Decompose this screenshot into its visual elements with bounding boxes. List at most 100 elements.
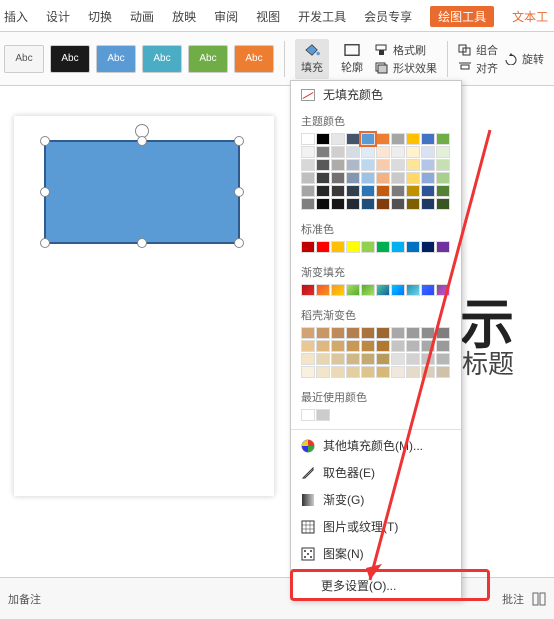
format-brush-button[interactable]: 格式刷 (375, 42, 437, 58)
gradient-swatch[interactable] (346, 284, 360, 296)
comments-button[interactable]: 批注 (502, 591, 524, 607)
view-mode-icon[interactable] (532, 592, 546, 606)
color-swatch[interactable] (316, 327, 330, 339)
color-swatch[interactable] (316, 185, 330, 197)
color-swatch[interactable] (301, 133, 315, 145)
color-swatch[interactable] (346, 327, 360, 339)
color-swatch[interactable] (361, 172, 375, 184)
color-swatch[interactable] (406, 366, 420, 378)
color-swatch[interactable] (361, 146, 375, 158)
gradient-swatch[interactable] (421, 284, 435, 296)
color-swatch[interactable] (331, 327, 345, 339)
color-swatch[interactable] (376, 366, 390, 378)
tab-design[interactable]: 设计 (46, 8, 70, 25)
color-swatch[interactable] (361, 159, 375, 171)
color-swatch[interactable] (361, 198, 375, 210)
eyedropper-item[interactable]: 取色器(E) (291, 459, 461, 486)
color-swatch[interactable] (421, 241, 435, 253)
tab-drawing-tools[interactable]: 绘图工具 (430, 6, 494, 27)
color-swatch[interactable] (346, 366, 360, 378)
gradient-item[interactable]: 渐变(G) (291, 486, 461, 513)
color-swatch[interactable] (421, 172, 435, 184)
color-swatch[interactable] (421, 159, 435, 171)
color-swatch[interactable] (331, 185, 345, 197)
color-swatch[interactable] (301, 340, 315, 352)
color-swatch[interactable] (436, 185, 450, 197)
color-swatch[interactable] (331, 198, 345, 210)
color-swatch[interactable] (331, 133, 345, 145)
more-settings-item[interactable]: 更多设置(O)... (291, 572, 461, 599)
color-swatch[interactable] (436, 241, 450, 253)
color-swatch[interactable] (391, 366, 405, 378)
color-swatch[interactable] (436, 353, 450, 365)
color-swatch[interactable] (421, 133, 435, 145)
color-swatch[interactable] (376, 327, 390, 339)
color-swatch[interactable] (406, 172, 420, 184)
resize-handle-w[interactable] (40, 187, 50, 197)
color-swatch[interactable] (376, 146, 390, 158)
color-swatch[interactable] (346, 133, 360, 145)
gradient-swatch[interactable] (316, 284, 330, 296)
color-swatch[interactable] (436, 172, 450, 184)
color-swatch[interactable] (406, 133, 420, 145)
slide-canvas[interactable] (14, 116, 274, 496)
color-swatch[interactable] (391, 159, 405, 171)
color-swatch[interactable] (406, 327, 420, 339)
resize-handle-nw[interactable] (40, 136, 50, 146)
color-swatch[interactable] (421, 353, 435, 365)
color-swatch[interactable] (331, 340, 345, 352)
tab-review[interactable]: 审阅 (214, 8, 238, 25)
color-swatch[interactable] (406, 159, 420, 171)
color-swatch[interactable] (436, 146, 450, 158)
color-swatch[interactable] (301, 409, 315, 421)
color-swatch[interactable] (331, 159, 345, 171)
color-swatch[interactable] (316, 133, 330, 145)
color-swatch[interactable] (316, 146, 330, 158)
gradient-swatch[interactable] (301, 284, 315, 296)
color-swatch[interactable] (346, 353, 360, 365)
color-swatch[interactable] (346, 172, 360, 184)
gradient-swatch[interactable] (376, 284, 390, 296)
gradient-swatch[interactable] (406, 284, 420, 296)
color-swatch[interactable] (376, 185, 390, 197)
color-swatch[interactable] (331, 241, 345, 253)
color-swatch[interactable] (391, 327, 405, 339)
color-swatch[interactable] (301, 353, 315, 365)
gradient-swatch[interactable] (361, 284, 375, 296)
color-swatch[interactable] (301, 198, 315, 210)
color-swatch[interactable] (376, 159, 390, 171)
color-swatch[interactable] (436, 327, 450, 339)
color-swatch[interactable] (316, 241, 330, 253)
color-swatch[interactable] (361, 185, 375, 197)
tab-insert[interactable]: 插入 (4, 8, 28, 25)
tab-play[interactable]: 放映 (172, 8, 196, 25)
color-swatch[interactable] (391, 146, 405, 158)
shape-style-4[interactable]: Abc (142, 45, 182, 73)
color-swatch[interactable] (361, 133, 375, 145)
group-button[interactable]: 组合 (458, 42, 498, 58)
shape-style-6[interactable]: Abc (234, 45, 274, 73)
color-swatch[interactable] (421, 327, 435, 339)
color-swatch[interactable] (421, 185, 435, 197)
tab-member[interactable]: 会员专享 (364, 8, 412, 25)
align-button[interactable]: 对齐 (458, 60, 498, 76)
color-swatch[interactable] (346, 159, 360, 171)
color-swatch[interactable] (421, 146, 435, 158)
color-swatch[interactable] (406, 340, 420, 352)
pattern-item[interactable]: 图案(N) (291, 540, 461, 567)
color-swatch[interactable] (316, 340, 330, 352)
color-swatch[interactable] (301, 159, 315, 171)
color-swatch[interactable] (346, 198, 360, 210)
color-swatch[interactable] (391, 172, 405, 184)
no-fill-item[interactable]: 无填充颜色 (291, 81, 461, 108)
gradient-swatch[interactable] (436, 284, 450, 296)
add-notes-button[interactable]: 加备注 (8, 591, 41, 607)
color-swatch[interactable] (376, 133, 390, 145)
shape-style-1[interactable]: Abc (4, 45, 44, 73)
color-swatch[interactable] (436, 198, 450, 210)
texture-item[interactable]: 图片或纹理(T) (291, 513, 461, 540)
color-swatch[interactable] (376, 241, 390, 253)
shape-style-5[interactable]: Abc (188, 45, 228, 73)
shape-effect-button[interactable]: 形状效果 (375, 60, 437, 76)
color-swatch[interactable] (361, 353, 375, 365)
